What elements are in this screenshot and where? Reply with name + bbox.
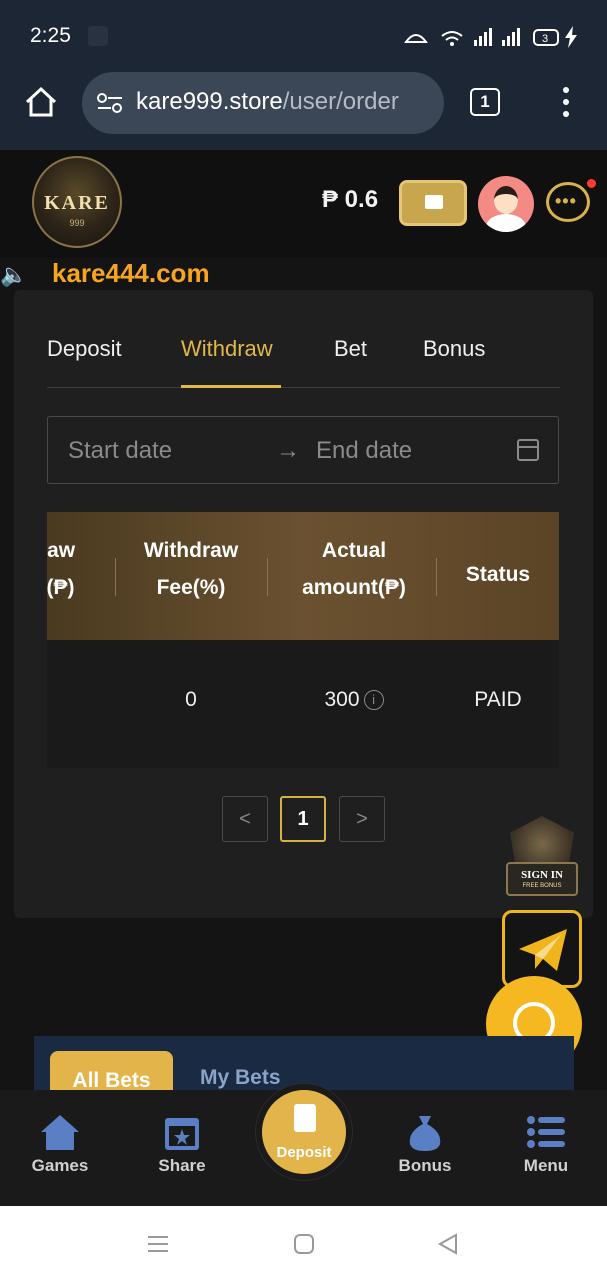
chat-button[interactable]: •••: [546, 179, 596, 222]
withdraw-table: rawt(₱) WithdrawFee(%) Actualamount(₱) S…: [47, 512, 559, 768]
sign-in-bonus-badge[interactable]: SIGN IN FREE BONUS: [500, 816, 584, 906]
tab-withdraw[interactable]: Withdraw: [181, 336, 273, 362]
status-time: 2:25: [30, 24, 71, 47]
column-header-amount: rawt(₱): [47, 539, 76, 599]
site-header: KARE 999 ₱ 0.6 •••: [0, 150, 607, 258]
logo-text: KARE: [44, 192, 110, 214]
charging-icon: [565, 26, 577, 48]
cell-fee: 0: [185, 688, 197, 711]
signin-title: SIGN IN: [521, 869, 563, 881]
speaker-icon: 🔈: [0, 262, 28, 287]
battery-level: 3: [542, 33, 548, 45]
nav-menu[interactable]: Menu: [501, 1112, 591, 1176]
home-icon[interactable]: [24, 86, 58, 118]
cell-status: PAID: [474, 688, 522, 711]
marquee-text: kare444.com: [52, 258, 210, 288]
signin-sub: FREE BONUS: [522, 883, 562, 889]
tab-my-bets[interactable]: My Bets: [200, 1066, 281, 1090]
wallet-button[interactable]: [399, 180, 467, 226]
more-options-icon[interactable]: [560, 86, 572, 118]
next-page-button[interactable]: >: [339, 796, 385, 842]
nav-deposit[interactable]: Deposit: [256, 1084, 352, 1180]
nav-games[interactable]: Games: [15, 1112, 105, 1176]
tab-bonus[interactable]: Bonus: [423, 336, 485, 362]
back-icon[interactable]: [436, 1232, 460, 1256]
range-arrow: →: [276, 437, 300, 464]
column-header-fee: Withdraw Fee(%): [143, 539, 239, 599]
site-settings-icon[interactable]: [96, 92, 124, 114]
status-icons: 3: [404, 28, 559, 46]
calendar-icon[interactable]: [517, 439, 539, 461]
table-row: 0 300 i PAID: [47, 640, 559, 768]
tab-switcher-button[interactable]: 1: [470, 88, 500, 116]
url-bar[interactable]: kare999.store/user/order: [82, 72, 444, 134]
wifi-icon: [441, 31, 463, 41]
recents-icon[interactable]: [146, 1234, 170, 1254]
balance-display: ₱ 0.6: [322, 186, 379, 213]
announcement-marquee: 🔈 kare444.com: [0, 258, 607, 290]
list-icon: [527, 1116, 565, 1148]
url-domain: kare999.store: [136, 88, 283, 115]
chat-icon: •••: [555, 191, 577, 211]
telegram-icon: [519, 929, 567, 971]
system-navigation-bar: [0, 1206, 607, 1280]
money-bag-icon: [409, 1116, 441, 1151]
tab-deposit[interactable]: Deposit: [47, 336, 122, 362]
date-range-picker[interactable]: Start date → End date: [47, 416, 559, 484]
wallet-icon: [294, 1104, 316, 1132]
site-logo[interactable]: KARE 999: [32, 156, 122, 248]
mute-icon: [404, 34, 428, 43]
info-icon[interactable]: i: [363, 690, 384, 710]
page-1-button[interactable]: 1: [280, 796, 326, 842]
nav-bonus[interactable]: Bonus: [380, 1112, 470, 1176]
bottom-navigation: Games Share Deposit Bonus Menu: [0, 1084, 607, 1206]
url-path: /user/order: [282, 88, 399, 115]
home-nav-icon[interactable]: [292, 1232, 316, 1256]
signal-icon: [474, 28, 520, 46]
tab-bet[interactable]: Bet: [334, 336, 367, 362]
logo-sub: 999: [69, 218, 85, 228]
avatar[interactable]: [478, 176, 534, 232]
start-date-input[interactable]: Start date: [68, 437, 172, 465]
active-tab-indicator: [181, 385, 281, 388]
end-date-input[interactable]: End date: [316, 437, 412, 465]
record-tabs: Deposit Withdraw Bet Bonus: [47, 330, 560, 388]
notification-dot: [587, 179, 596, 188]
table-header: rawt(₱) WithdrawFee(%) Actualamount(₱) S…: [47, 512, 559, 640]
calendar-star-icon: [165, 1118, 199, 1150]
wallet-icon: [425, 195, 443, 209]
cell-actual: 300 i: [279, 688, 429, 712]
status-bar: 2:25 3: [0, 0, 607, 72]
nav-share[interactable]: Share: [137, 1112, 227, 1176]
app-notification-icon: [88, 26, 108, 46]
column-header-actual: Actual amount(₱): [302, 539, 406, 599]
column-header-status: Status: [465, 563, 531, 586]
browser-toolbar: kare999.store/user/order 1: [0, 72, 607, 150]
prev-page-button[interactable]: <: [222, 796, 268, 842]
home-icon: [41, 1115, 79, 1150]
